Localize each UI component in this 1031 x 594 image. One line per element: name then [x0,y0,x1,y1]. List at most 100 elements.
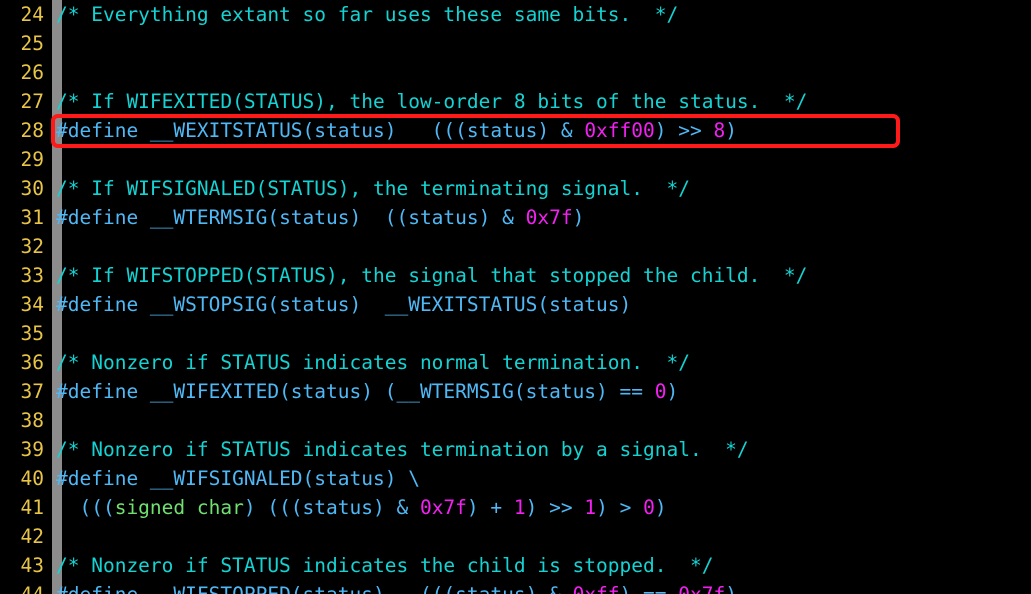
code-line[interactable]: 28 #define __WEXITSTATUS(status) (((statu… [0,116,1031,145]
code-line[interactable]: 37 #define __WIFEXITED(status) (__WTERMSI… [0,377,1031,406]
code-text[interactable]: #define __WIFSTOPPED(status) (((status) … [56,580,737,594]
line-number: 34 [20,293,44,316]
token-cmt: /* Nonzero if STATUS indicates the child… [56,554,714,577]
token-num: 0xff [573,583,620,594]
code-line[interactable]: 25 [0,29,1031,58]
token-plain: __WIFEXITED(status) (__WTERMSIG(status) … [138,380,655,403]
token-plain: ) > [596,496,644,519]
code-text[interactable]: /* Nonzero if STATUS indicates normal te… [56,348,690,377]
token-plain: ) (((status) & [243,496,420,519]
code-line[interactable]: 44 #define __WIFSTOPPED(status) (((status… [0,580,1031,594]
token-plain: __WEXITSTATUS(status) (((status) & [138,119,585,142]
token-plain: ) >> [654,119,714,142]
code-line[interactable]: 27 /* If WIFEXITED(STATUS), the low-order… [0,87,1031,116]
token-plain: ) + [466,496,514,519]
token-plain: ) [572,206,585,229]
code-line[interactable]: 40 #define __WIFSIGNALED(status) \ [0,464,1031,493]
token-cmt: /* Nonzero if STATUS indicates normal te… [56,351,690,374]
code-text[interactable]: /* Nonzero if STATUS indicates terminati… [56,435,749,464]
code-line[interactable]: 42 [0,522,1031,551]
code-text[interactable]: #define __WIFEXITED(status) (__WTERMSIG(… [56,377,678,406]
code-line[interactable]: 26 [0,58,1031,87]
code-line[interactable]: 30 /* If WIFSIGNALED(STATUS), the termina… [0,174,1031,203]
token-cmt: /* If WIFSIGNALED(STATUS), the terminati… [56,177,690,200]
token-plain: __WSTOPSIG(status) __WEXITSTATUS(status) [138,293,632,316]
line-number: 27 [20,90,44,113]
token-pp: #define [56,119,139,142]
line-number: 28 [20,119,44,142]
code-text[interactable]: #define __WEXITSTATUS(status) (((status)… [56,116,737,145]
token-cmt: /* If WIFSTOPPED(STATUS), the signal tha… [56,264,808,287]
line-number: 37 [20,380,44,403]
token-pp: #define [56,467,139,490]
line-number: 40 [20,467,44,490]
code-line[interactable]: 34 #define __WSTOPSIG(status) __WEXITSTAT… [0,290,1031,319]
line-number: 42 [20,525,44,548]
token-pp: #define [56,206,139,229]
code-line[interactable]: 39 /* Nonzero if STATUS indicates termina… [0,435,1031,464]
code-text[interactable]: /* Nonzero if STATUS indicates the child… [56,551,713,580]
token-plain: __WTERMSIG(status) ((status) & [138,206,526,229]
token-plain: ) == [620,583,679,594]
token-cmt: /* Everything extant so far uses these s… [56,3,679,26]
code-line[interactable]: 36 /* Nonzero if STATUS indicates normal … [0,348,1031,377]
token-plain: ) [725,583,737,594]
line-number: 36 [20,351,44,374]
line-number: 26 [20,61,44,84]
token-num: 1 [584,496,597,519]
code-line[interactable]: 43 /* Nonzero if STATUS indicates the chi… [0,551,1031,580]
code-text[interactable]: #define __WTERMSIG(status) ((status) & 0… [56,203,584,232]
code-line[interactable]: 35 [0,319,1031,348]
line-number: 30 [20,177,44,200]
line-number: 33 [20,264,44,287]
line-number: 41 [20,496,44,519]
code-line[interactable]: 41 (((signed char) (((status) & 0x7f) + … [0,493,1031,522]
token-num: 0x7f [525,206,573,229]
line-number: 32 [20,235,44,258]
code-line[interactable]: 31 #define __WTERMSIG(status) ((status) &… [0,203,1031,232]
line-number: 31 [20,206,44,229]
token-cmt: /* If WIFEXITED(STATUS), the low-order 8… [56,90,808,113]
token-plain: __WIFSTOPPED(status) (((status) & [138,583,572,594]
code-text[interactable]: #define __WSTOPSIG(status) __WEXITSTATUS… [56,290,631,319]
token-kw: signed char [114,496,244,519]
token-pp: #define [56,293,139,316]
token-num: 0x7f [419,496,467,519]
code-text[interactable]: (((signed char) (((status) & 0x7f) + 1) … [56,493,667,522]
line-number: 24 [20,3,44,26]
code-text[interactable]: /* If WIFSTOPPED(STATUS), the signal tha… [56,261,807,290]
token-num: 8 [713,119,726,142]
token-pp: #define [56,380,139,403]
line-number: 43 [20,554,44,577]
code-line[interactable]: 32 [0,232,1031,261]
token-num: 0xff00 [584,119,655,142]
code-text[interactable]: #define __WIFSIGNALED(status) \ [56,464,420,493]
code-line[interactable]: 33 /* If WIFSTOPPED(STATUS), the signal t… [0,261,1031,290]
token-plain: ) [654,496,667,519]
line-number: 35 [20,322,44,345]
line-number: 25 [20,32,44,55]
token-num: 0 [654,380,667,403]
token-plain: ) [666,380,679,403]
token-plain: ) >> [525,496,585,519]
line-number: 38 [20,409,44,432]
code-text[interactable]: /* If WIFEXITED(STATUS), the low-order 8… [56,87,807,116]
code-line[interactable]: 29 [0,145,1031,174]
code-line[interactable]: 24 /* Everything extant so far uses these… [0,0,1031,29]
token-cmt: /* Nonzero if STATUS indicates terminati… [56,438,749,461]
code-text[interactable]: /* Everything extant so far uses these s… [56,0,678,29]
code-lines-container[interactable]: 24 /* Everything extant so far uses these… [0,0,1031,594]
token-num: 1 [513,496,526,519]
token-plain: ) [725,119,737,142]
token-plain: ((( [56,496,115,519]
token-num: 0 [643,496,655,519]
code-editor-window: 24 /* Everything extant so far uses these… [0,0,1031,594]
line-number: 29 [20,148,44,171]
token-plain: __WIFSIGNALED(status) \ [138,467,420,490]
code-text[interactable]: /* If WIFSIGNALED(STATUS), the terminati… [56,174,690,203]
token-pp: #define [56,583,138,594]
code-line[interactable]: 38 [0,406,1031,435]
token-num: 0x7f [678,583,725,594]
line-number: 39 [20,438,44,461]
line-number: 44 [0,580,44,594]
